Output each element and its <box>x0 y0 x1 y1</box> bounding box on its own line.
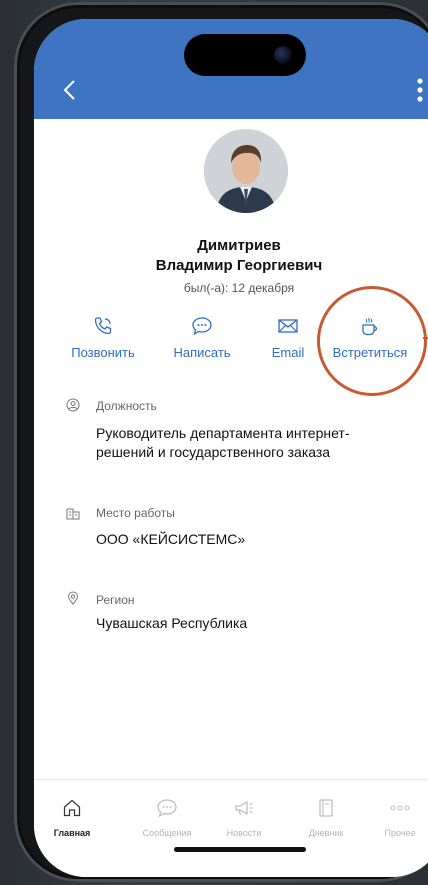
tab-diary[interactable]: Дневник <box>296 796 356 838</box>
tab-more[interactable]: Прочее <box>370 796 428 838</box>
phone-icon <box>94 317 112 335</box>
megaphone-icon <box>235 800 253 816</box>
workplace-label: Место работы <box>96 506 175 520</box>
highlight-circle <box>317 286 427 396</box>
more-vertical-icon <box>417 78 423 102</box>
profile-photo <box>204 129 288 213</box>
mail-icon <box>278 319 298 333</box>
message-button[interactable]: Написать <box>162 315 242 360</box>
avatar <box>204 129 288 213</box>
user-circle-icon <box>66 398 80 412</box>
notebook-icon <box>319 799 333 817</box>
call-label: Позвонить <box>71 345 135 360</box>
tab-diary-label: Дневник <box>308 828 344 838</box>
tab-news-label: Новости <box>226 828 262 838</box>
position-label: Должность <box>96 399 157 413</box>
app-screen: Димитриев Владимир Георгиевич был(-а): 1… <box>34 19 428 877</box>
chat-icon <box>157 799 177 818</box>
profile-last-name: Димитриев <box>197 237 281 254</box>
home-indicator <box>174 847 306 852</box>
position-value: Руководитель департамента интернет-решен… <box>96 425 350 460</box>
call-button[interactable]: Позвонить <box>63 315 143 360</box>
email-button[interactable]: Email <box>248 315 328 360</box>
dots-icon <box>390 805 410 811</box>
region-label: Регион <box>96 593 135 607</box>
bottom-tab-bar: Главная Сообщения Новости Дневник Прочее <box>34 779 428 877</box>
chat-icon <box>192 317 212 336</box>
workplace-value: ООО «КЕЙСИСТЕМС» <box>96 531 246 547</box>
phone-frame: Димитриев Владимир Георгиевич был(-а): 1… <box>14 2 428 882</box>
tab-home-label: Главная <box>53 828 91 838</box>
tab-messages-label: Сообщения <box>142 828 192 838</box>
tab-messages[interactable]: Сообщения <box>137 796 197 838</box>
header-bar <box>34 19 428 119</box>
tab-more-label: Прочее <box>384 828 416 838</box>
more-options-button[interactable] <box>412 76 428 104</box>
message-label: Написать <box>173 345 231 360</box>
dynamic-island <box>184 34 306 76</box>
home-icon <box>63 799 81 817</box>
back-button[interactable] <box>56 76 84 104</box>
tab-home[interactable]: Главная <box>42 796 102 838</box>
chevron-left-icon <box>63 80 75 100</box>
camera-icon <box>274 46 292 64</box>
email-label: Email <box>271 345 305 360</box>
tab-news[interactable]: Новости <box>214 796 274 838</box>
location-pin-icon <box>67 591 79 605</box>
highlight-pointer <box>423 337 428 339</box>
region-value: Чувашская Республика <box>96 615 248 631</box>
building-icon <box>66 508 80 520</box>
profile-first-middle-name: Владимир Георгиевич <box>155 257 323 274</box>
